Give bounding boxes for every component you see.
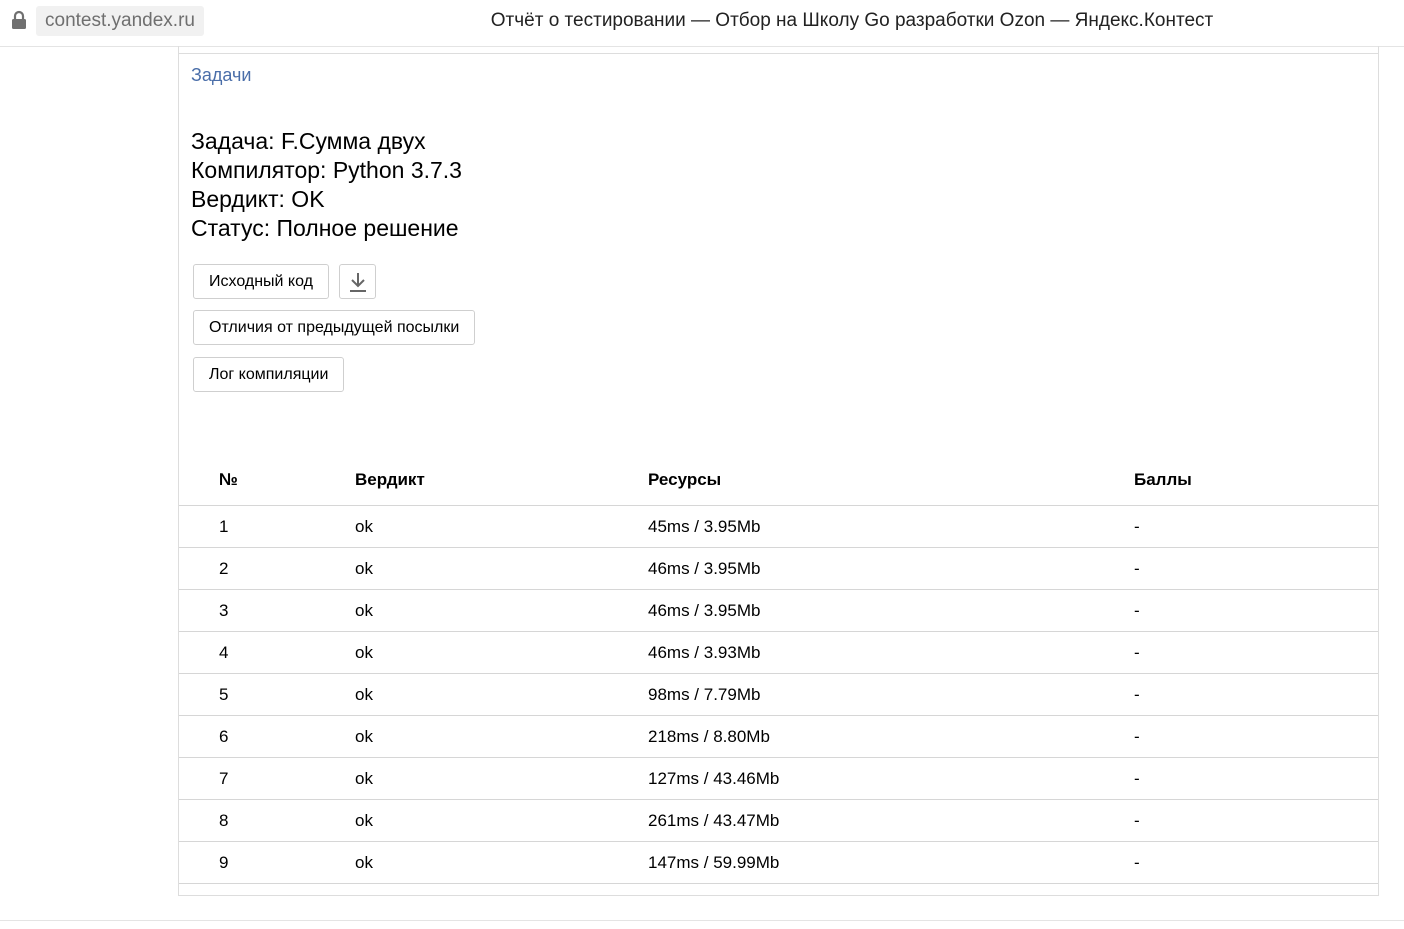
status-info: Статус: Полное решение [191, 215, 459, 241]
test-number: 1 [179, 505, 355, 548]
table-row: 9 ok 147ms / 59.99Mb - [179, 841, 1378, 884]
test-resources: 98ms / 7.79Mb [648, 673, 1134, 716]
test-number: 3 [179, 589, 355, 632]
test-number: 2 [179, 547, 355, 590]
test-verdict: ok [355, 505, 648, 548]
test-score: - [1134, 589, 1378, 632]
report-panel: Задачи Задача: F.Сумма двух Компилятор: … [178, 46, 1379, 896]
test-number: 5 [179, 673, 355, 716]
column-header-resources: Ресурсы [648, 454, 1134, 506]
download-icon [350, 273, 366, 292]
test-score: - [1134, 757, 1378, 800]
test-resources: 46ms / 3.95Mb [648, 589, 1134, 632]
test-score: - [1134, 715, 1378, 758]
test-score: - [1134, 841, 1378, 884]
table-row: 7 ok 127ms / 43.46Mb - [179, 757, 1378, 800]
test-score: - [1134, 631, 1378, 674]
test-verdict: ok [355, 673, 648, 716]
source-code-button[interactable]: Исходный код [193, 264, 329, 299]
column-header-score: Баллы [1134, 454, 1378, 506]
url-bar[interactable]: contest.yandex.ru [36, 6, 204, 36]
test-number: 7 [179, 757, 355, 800]
table-row: 3 ok 46ms / 3.95Mb - [179, 589, 1378, 632]
test-score: - [1134, 799, 1378, 842]
test-resources: 46ms / 3.95Mb [648, 547, 1134, 590]
test-resources: 261ms / 43.47Mb [648, 799, 1134, 842]
test-score: - [1134, 547, 1378, 590]
test-resources: 218ms / 8.80Mb [648, 715, 1134, 758]
table-header-row: № Вердикт Ресурсы Баллы [179, 454, 1378, 506]
divider [179, 53, 1378, 54]
page-title: Отчёт о тестировании — Отбор на Школу Go… [490, 10, 1214, 31]
download-button[interactable] [339, 264, 376, 299]
test-resources: 147ms / 59.99Mb [648, 841, 1134, 884]
task-name: Задача: F.Сумма двух [191, 128, 426, 154]
test-verdict: ok [355, 841, 648, 884]
test-number: 9 [179, 841, 355, 884]
submission-info: Задача: F.Сумма двух Компилятор: Python … [191, 127, 462, 243]
compile-log-button[interactable]: Лог компиляции [193, 357, 345, 392]
table-row: 2 ok 46ms / 3.95Mb - [179, 547, 1378, 590]
column-header-number: № [179, 454, 355, 506]
test-verdict: ok [355, 589, 648, 632]
test-verdict: ok [355, 631, 648, 674]
test-verdict: ok [355, 715, 648, 758]
tests-table: № Вердикт Ресурсы Баллы 1 ok 45ms / 3.95… [179, 454, 1378, 884]
test-verdict: ok [355, 799, 648, 842]
test-number: 4 [179, 631, 355, 674]
verdict-info: Вердикт: OK [191, 186, 325, 212]
test-resources: 45ms / 3.95Mb [648, 505, 1134, 548]
table-row: 8 ok 261ms / 43.47Mb - [179, 799, 1378, 842]
table-row: 4 ok 46ms / 3.93Mb - [179, 631, 1378, 674]
test-score: - [1134, 673, 1378, 716]
column-header-verdict: Вердикт [355, 454, 648, 506]
page-bottom-divider [0, 920, 1404, 921]
table-row: 1 ok 45ms / 3.95Mb - [179, 505, 1378, 548]
table-row: 5 ok 98ms / 7.79Mb - [179, 673, 1378, 716]
tasks-link[interactable]: Задачи [191, 65, 251, 86]
test-number: 8 [179, 799, 355, 842]
compiler-info: Компилятор: Python 3.7.3 [191, 157, 462, 183]
diff-button[interactable]: Отличия от предыдущей посылки [193, 310, 476, 345]
lock-icon[interactable] [11, 10, 27, 30]
test-verdict: ok [355, 757, 648, 800]
test-verdict: ok [355, 547, 648, 590]
test-number: 6 [179, 715, 355, 758]
test-resources: 46ms / 3.93Mb [648, 631, 1134, 674]
table-row: 6 ok 218ms / 8.80Mb - [179, 715, 1378, 758]
test-score: - [1134, 505, 1378, 548]
test-resources: 127ms / 43.46Mb [648, 757, 1134, 800]
browser-topbar: contest.yandex.ru Отчёт о тестировании —… [0, 0, 1404, 47]
